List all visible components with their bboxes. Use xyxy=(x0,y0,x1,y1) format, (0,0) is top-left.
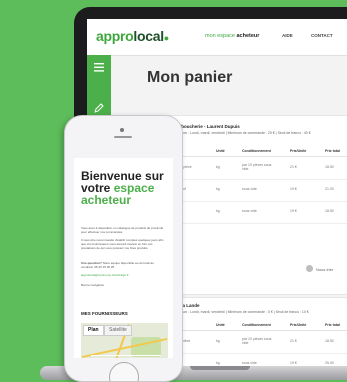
logo-dot: ● xyxy=(163,33,169,43)
cell-unit: kg xyxy=(216,339,220,343)
col-unite: Unité xyxy=(216,323,225,327)
nav-contact-link[interactable]: CONTACT xyxy=(311,33,333,38)
suppliers-heading: MES FOURNISSEURS xyxy=(81,311,128,316)
page-title: Mon panier xyxy=(147,69,233,86)
col-prix-total: Prix total xyxy=(325,323,340,327)
cell-unit: kg xyxy=(216,209,220,213)
cell-price: 21 € xyxy=(290,339,297,343)
phone-device: Bienvenue sur votre espace acheteur Vous… xyxy=(64,115,183,382)
map-road xyxy=(91,355,161,356)
col-prix-unite: Prix/Unité xyxy=(290,149,307,153)
cell-unit: kg xyxy=(216,361,220,365)
cell-total: 18.50 xyxy=(325,165,334,169)
continue-link[interactable]: Nous trier xyxy=(316,267,333,272)
cell-unit: kg xyxy=(216,187,220,191)
suppliers-map[interactable]: Plan Satellite xyxy=(81,323,168,358)
continue-icon[interactable] xyxy=(306,265,313,272)
col-prix-unite: Prix/Unité xyxy=(290,323,307,327)
cell-pack: sous vide xyxy=(242,187,257,191)
approlocal-logo[interactable]: approlocal● xyxy=(96,28,169,44)
question-paragraph: Une question? Notre équipe disponible au… xyxy=(81,261,167,269)
cell-total: 21.00 xyxy=(325,187,334,191)
camera-icon xyxy=(120,128,124,132)
col-prix-total: Prix total xyxy=(325,149,340,153)
cell-price: 19 € xyxy=(290,209,297,213)
title-line3: acheteur xyxy=(81,193,132,207)
cell-total: 18.50 xyxy=(325,339,334,343)
nav-espace-label: mon espace xyxy=(205,33,235,39)
map-tab-plan[interactable]: Plan xyxy=(83,325,104,336)
intro-paragraph: Vous avez à disposition un catalogue de … xyxy=(81,226,164,234)
laptop-notch xyxy=(190,366,250,370)
nav-acheteur-label: acheteur xyxy=(236,33,260,39)
logo-part1: appro xyxy=(96,28,134,44)
cell-total: 18.50 xyxy=(325,209,334,213)
cell-total: 25.00 xyxy=(325,361,334,365)
nav-mon-espace-acheteur[interactable]: mon espace acheteur xyxy=(205,33,259,39)
cell-pack: sous vide xyxy=(242,209,257,213)
cell-pack: par 10 pièces sous vide xyxy=(242,337,272,345)
col-unite: Unité xyxy=(216,149,225,153)
cell-price: 19 € xyxy=(290,187,297,191)
nav-aide-link[interactable]: AIDE xyxy=(282,33,293,38)
email-link[interactable]: approlocal@commune.chambagri.fr xyxy=(81,273,129,277)
home-button[interactable] xyxy=(109,362,139,381)
info-paragraph: Il vous être recommandé d'établir compte… xyxy=(81,238,164,250)
phone-screen: Bienvenue sur votre espace acheteur Vous… xyxy=(74,158,173,358)
cell-price: 21 € xyxy=(290,165,297,169)
cell-unit: kg xyxy=(216,165,220,169)
welcome-title: Bienvenue sur votre espace acheteur xyxy=(81,170,171,206)
logo-part2: local xyxy=(133,28,164,44)
col-conditionnement: Conditionnement xyxy=(242,149,271,153)
map-tab-satellite[interactable]: Satellite xyxy=(104,325,132,336)
menu-icon[interactable] xyxy=(93,63,105,75)
cell-pack: sous vide xyxy=(242,361,257,365)
col-conditionnement: Conditionnement xyxy=(242,323,271,327)
cell-price: 19 € xyxy=(290,361,297,365)
top-navbar: approlocal● mon espace acheteur AIDE CON… xyxy=(87,19,347,56)
signature: Bonne navigation xyxy=(81,283,105,287)
cell-pack: par 10 pièces sous vide xyxy=(242,163,272,171)
pencil-icon[interactable] xyxy=(93,103,105,115)
phone-number: 05 23 15 00 25 xyxy=(94,265,115,269)
speaker-grille xyxy=(114,136,132,138)
